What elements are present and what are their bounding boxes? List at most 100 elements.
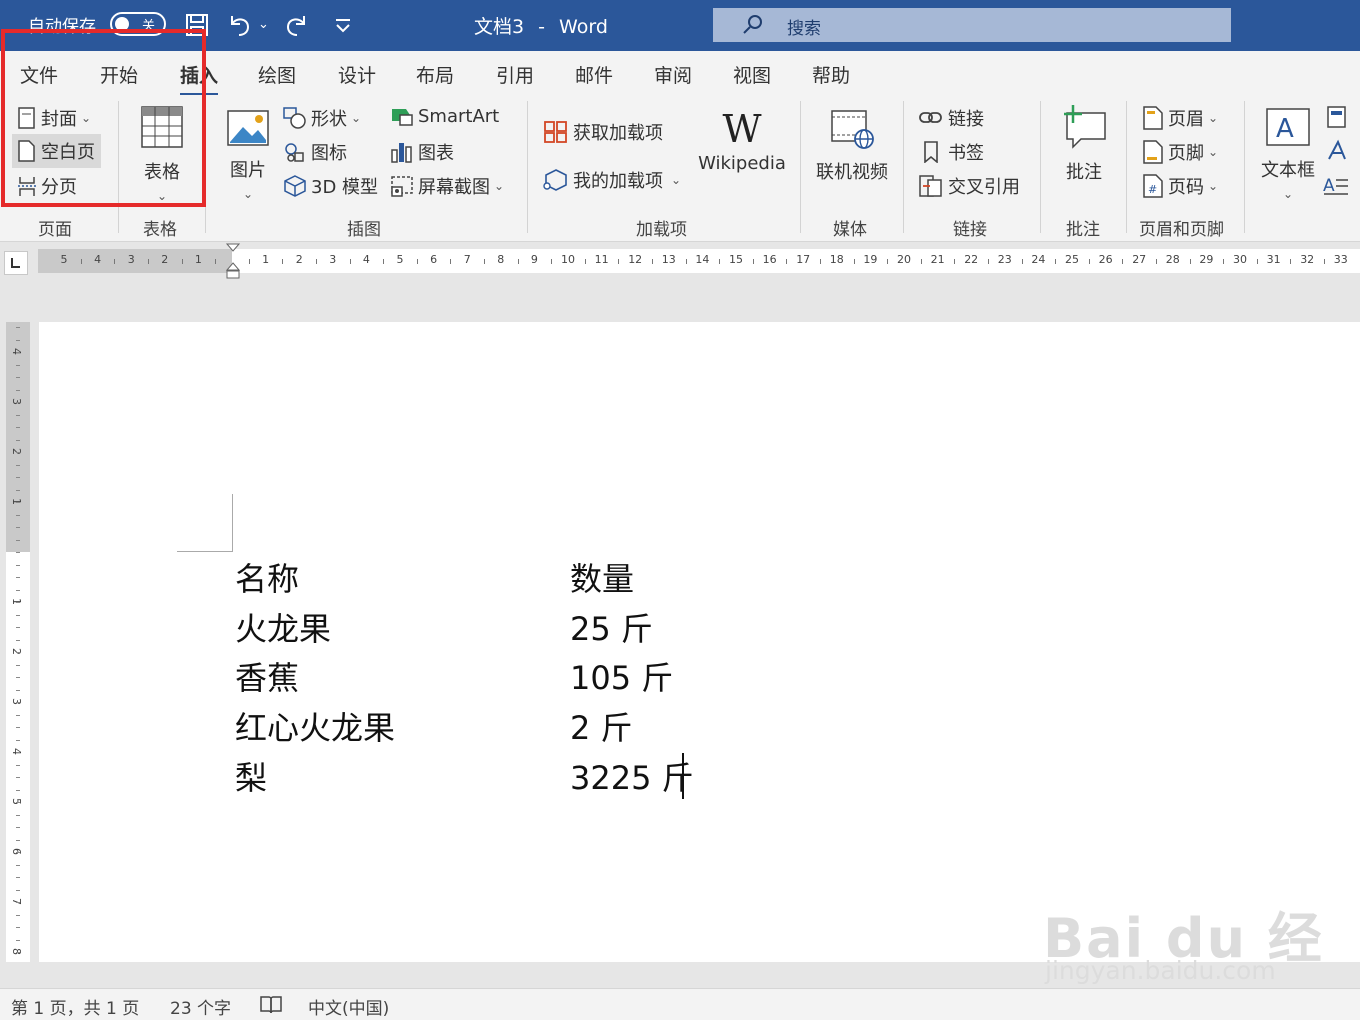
get-addins-button[interactable]: 获取加载项 bbox=[543, 119, 663, 145]
tab-draw[interactable]: 绘图 bbox=[258, 61, 296, 88]
smartart-icon bbox=[392, 109, 413, 126]
ruler-number: 31 bbox=[1266, 253, 1281, 266]
3d-model-button[interactable]: 3D 模型 bbox=[283, 173, 378, 199]
row-qty[interactable]: 25 斤 bbox=[570, 604, 653, 650]
chevron-down-icon: ⌄ bbox=[671, 173, 682, 187]
vruler-tick bbox=[16, 902, 20, 903]
ruler-number: 1 bbox=[194, 253, 202, 266]
row-qty[interactable]: 数量 bbox=[570, 554, 634, 600]
vruler-tick bbox=[16, 539, 20, 541]
footer-icon bbox=[1143, 140, 1163, 164]
ruler-number: 15 bbox=[729, 253, 743, 266]
ruler-tick bbox=[517, 259, 519, 264]
tab-design[interactable]: 设计 bbox=[338, 61, 376, 88]
vruler-tick bbox=[16, 802, 20, 803]
quick-parts-icon[interactable] bbox=[1326, 105, 1348, 129]
link-icon bbox=[919, 112, 942, 123]
ruler-tick bbox=[752, 259, 754, 264]
chart-button[interactable]: 图表 bbox=[390, 139, 454, 165]
proofing-book-icon[interactable] bbox=[259, 995, 283, 1015]
left-tab-icon bbox=[11, 258, 20, 268]
vruler-tick bbox=[16, 752, 20, 753]
my-addins-button[interactable]: 我的加载项 ⌄ bbox=[543, 167, 681, 193]
tab-selector[interactable] bbox=[4, 251, 28, 275]
comment-button[interactable]: 批注 bbox=[1058, 105, 1110, 184]
redo-icon[interactable] bbox=[284, 12, 310, 38]
online-video-label: 联机视频 bbox=[816, 162, 888, 183]
word-count[interactable]: 23 个字 bbox=[170, 994, 231, 1019]
tab-review[interactable]: 审阅 bbox=[654, 61, 692, 88]
vruler-tick bbox=[16, 552, 20, 553]
bookmark-button[interactable]: 书签 bbox=[918, 139, 984, 165]
ruler-tick bbox=[551, 259, 553, 264]
tab-view[interactable]: 视图 bbox=[733, 61, 771, 88]
row-qty[interactable]: 2 斤 bbox=[570, 703, 633, 749]
ruler-number: 32 bbox=[1300, 253, 1315, 266]
ruler-tick bbox=[484, 259, 485, 264]
vertical-ruler[interactable]: 432112345678 bbox=[6, 322, 30, 962]
group-separator bbox=[1244, 101, 1245, 233]
document-page[interactable]: 名称 数量 火龙果 25 斤 香蕉 105 斤 红心火龙果 2 斤 梨 3225… bbox=[39, 322, 1360, 962]
ruler-number: 21 bbox=[930, 253, 945, 266]
svg-text:#: # bbox=[1148, 183, 1157, 196]
wordart-icon[interactable] bbox=[1326, 139, 1348, 163]
ruler-tick bbox=[988, 259, 989, 264]
vruler-tick bbox=[16, 852, 20, 853]
ruler-tick bbox=[1290, 259, 1292, 264]
picture-button[interactable]: 图片 ⌄ bbox=[224, 109, 272, 203]
row-qty[interactable]: 105 斤 bbox=[570, 653, 673, 699]
row-qty[interactable]: 3225 斤 bbox=[570, 753, 694, 799]
tab-mailings[interactable]: 邮件 bbox=[575, 61, 613, 88]
language[interactable]: 中文(中国) bbox=[308, 994, 389, 1019]
vruler-tick bbox=[16, 777, 20, 778]
search-icon bbox=[743, 15, 762, 34]
row-name[interactable]: 火龙果 bbox=[235, 604, 331, 650]
ruler-number: 30 bbox=[1233, 253, 1247, 266]
textbox-button[interactable]: A 文本框 ⌄ bbox=[1258, 107, 1318, 203]
tab-layout[interactable]: 布局 bbox=[416, 61, 454, 88]
ruler-number: 23 bbox=[997, 253, 1012, 266]
online-video-button[interactable]: 联机视频 bbox=[812, 109, 892, 184]
page-number-button[interactable]: # 页码 ⌄ bbox=[1142, 173, 1218, 199]
cross-reference-button[interactable]: 交叉引用 bbox=[918, 173, 1020, 199]
icons-button[interactable]: 图标 bbox=[283, 139, 347, 165]
link-button[interactable]: 链接 bbox=[918, 105, 984, 131]
row-name[interactable]: 名称 bbox=[235, 554, 299, 600]
undo-dropdown-icon[interactable]: ⌄ bbox=[258, 9, 269, 39]
undo-icon[interactable] bbox=[226, 12, 252, 38]
ruler-tick bbox=[450, 259, 452, 264]
row-name[interactable]: 香蕉 bbox=[235, 653, 299, 699]
smartart-button[interactable]: SmartArt bbox=[390, 105, 499, 127]
indent-marker-icon[interactable] bbox=[226, 243, 240, 281]
ruler-number: 1 bbox=[262, 253, 270, 266]
ruler-number: 22 bbox=[964, 253, 979, 266]
wikipedia-button[interactable]: W Wikipedia bbox=[697, 109, 787, 174]
tab-references[interactable]: 引用 bbox=[496, 61, 534, 88]
title-separator: - bbox=[538, 16, 545, 38]
ruler-tick bbox=[1156, 259, 1157, 264]
tab-help[interactable]: 帮助 bbox=[812, 61, 850, 88]
drop-cap-icon[interactable]: A bbox=[1322, 173, 1348, 197]
customize-toolbar-icon[interactable] bbox=[330, 12, 356, 38]
screenshot-icon bbox=[391, 176, 413, 197]
header-button[interactable]: 页眉 ⌄ bbox=[1142, 105, 1218, 131]
row-name[interactable]: 梨 bbox=[235, 753, 267, 799]
group-separator bbox=[527, 101, 528, 233]
search-box[interactable]: 搜索 bbox=[713, 8, 1231, 42]
page-count[interactable]: 第 1 页，共 1 页 bbox=[11, 994, 139, 1019]
row-name[interactable]: 红心火龙果 bbox=[235, 703, 395, 749]
screenshot-button[interactable]: 屏幕截图 ⌄ bbox=[390, 173, 504, 199]
shapes-button[interactable]: 形状 ⌄ bbox=[283, 105, 361, 131]
doc-name: 文档3 bbox=[474, 16, 525, 38]
3d-model-icon bbox=[284, 175, 306, 197]
picture-icon bbox=[227, 110, 269, 146]
ruler-number: 14 bbox=[695, 253, 710, 266]
vruler-tick bbox=[16, 689, 20, 691]
footer-button[interactable]: 页脚 ⌄ bbox=[1142, 139, 1218, 165]
vruler-tick bbox=[16, 877, 20, 878]
document-title: 文档3 - Word bbox=[474, 12, 608, 39]
online-video-icon bbox=[831, 110, 874, 149]
ruler-number: 9 bbox=[530, 253, 538, 266]
horizontal-ruler[interactable]: 5 4 3 2 1 1 2 3 4 5 6 7 8 9 10 11 12 13 14 15 16 17 18 19 20 21 22… bbox=[38, 243, 1360, 279]
chevron-down-icon: ⌄ bbox=[1208, 111, 1219, 125]
